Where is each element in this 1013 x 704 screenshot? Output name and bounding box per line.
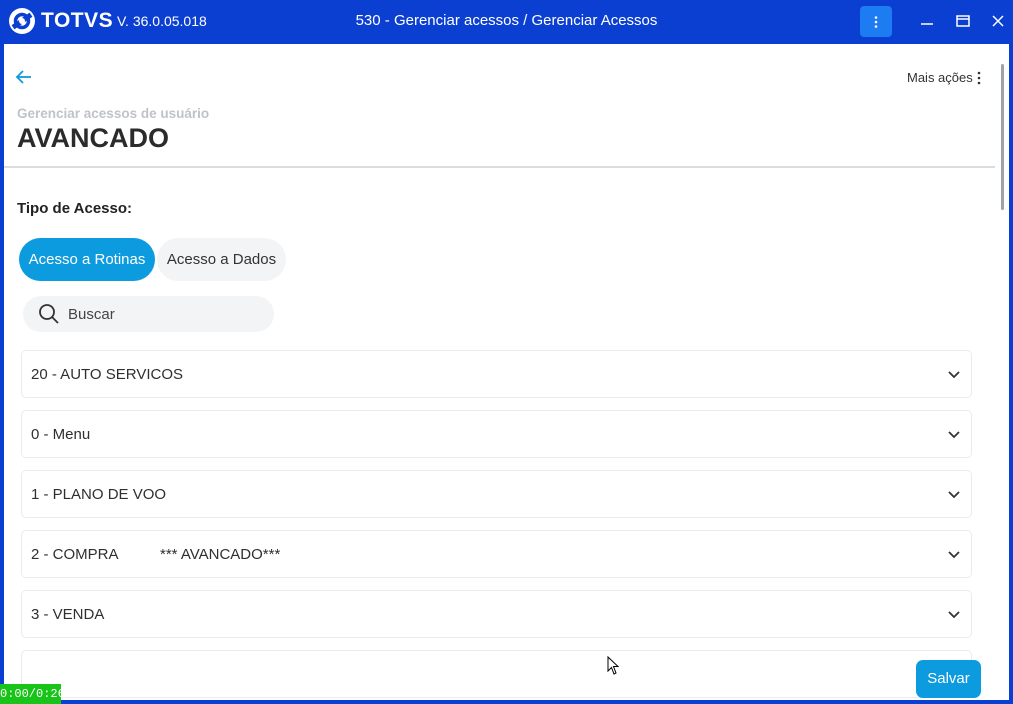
module-item-compra[interactable]: 2 - COMPRA *** AVANCADO*** xyxy=(21,530,972,578)
minimize-icon[interactable] xyxy=(916,10,938,32)
main-content: Mais ações Gerenciar acessos de usuário … xyxy=(4,44,1009,700)
tab-acesso-rotinas[interactable]: Acesso a Rotinas xyxy=(19,238,155,281)
module-label: 0 - Menu xyxy=(31,426,91,443)
more-vertical-icon xyxy=(874,16,878,29)
window-menu-button[interactable] xyxy=(860,6,892,37)
more-actions-button[interactable]: Mais ações xyxy=(907,70,973,85)
recording-timer: 0:00/0:26 xyxy=(0,684,65,704)
module-item-partial[interactable] xyxy=(21,650,972,698)
chevron-down-icon xyxy=(948,371,960,379)
chevron-down-icon xyxy=(948,611,960,619)
module-item-menu[interactable]: 0 - Menu xyxy=(21,410,972,458)
module-label: 1 - PLANO DE VOO xyxy=(31,486,167,503)
mouse-cursor-icon xyxy=(607,656,620,675)
maximize-icon[interactable] xyxy=(952,10,974,32)
save-button[interactable]: Salvar xyxy=(916,660,981,698)
page-title: AVANCADO xyxy=(17,123,169,153)
header-divider xyxy=(4,166,995,168)
page-subtitle: Gerenciar acessos de usuário xyxy=(17,106,210,121)
chevron-down-icon xyxy=(948,431,960,439)
scrollbar-thumb[interactable] xyxy=(1001,64,1004,210)
search-box[interactable] xyxy=(23,296,274,332)
module-item-venda[interactable]: 3 - VENDA xyxy=(21,590,972,638)
close-icon[interactable] xyxy=(987,10,1009,32)
back-arrow-icon[interactable] xyxy=(14,67,34,87)
chevron-down-icon xyxy=(948,551,960,559)
title-bar: TOTVS V. 36.0.05.018 530 - Gerenciar ace… xyxy=(0,0,1013,44)
module-item-plano-de-voo[interactable]: 1 - PLANO DE VOO xyxy=(21,470,972,518)
search-icon xyxy=(39,304,59,324)
tab-acesso-dados[interactable]: Acesso a Dados xyxy=(157,238,286,281)
module-extra-label: *** AVANCADO*** xyxy=(160,546,281,563)
module-label: 3 - VENDA xyxy=(31,606,105,623)
access-type-label: Tipo de Acesso: xyxy=(17,200,133,217)
module-item-auto-servicos[interactable]: 20 - AUTO SERVICOS xyxy=(21,350,972,398)
search-input[interactable] xyxy=(68,296,263,332)
chevron-down-icon xyxy=(948,491,960,499)
more-vertical-icon[interactable] xyxy=(976,71,982,85)
module-label: 2 - COMPRA xyxy=(31,546,119,563)
module-label: 20 - AUTO SERVICOS xyxy=(31,366,183,383)
